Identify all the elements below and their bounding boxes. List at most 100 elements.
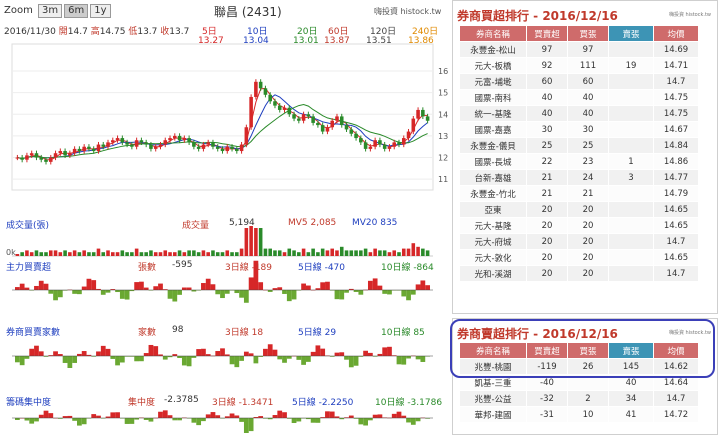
- candle-body: [68, 153, 72, 156]
- broker-cell[interactable]: 元富-埔墘: [460, 74, 526, 89]
- table-row: 元大-敦化 20 20 14.65: [460, 250, 698, 265]
- candle-body: [149, 144, 153, 149]
- volume-bar: [53, 250, 58, 256]
- candle-body: [368, 146, 373, 149]
- main-force-bar: [100, 290, 106, 295]
- buy-cell: 23: [568, 154, 608, 169]
- volume-bar: [58, 252, 63, 256]
- dealer-count-bar: [77, 353, 82, 356]
- main-force-bar: [410, 290, 416, 295]
- sell-cell: [609, 218, 653, 233]
- buy-ranking-panel: 券商買超排行 - 2016/12/16 嗨投資 histock.tw 券商名稱 …: [452, 0, 718, 314]
- volume-bar: [168, 252, 172, 256]
- avg-cell: 14.7: [654, 391, 698, 406]
- candle-body: [411, 118, 416, 132]
- dealer-count-bar: [143, 353, 149, 356]
- volume-bar: [254, 228, 258, 256]
- broker-cell[interactable]: 華邦-建國: [460, 407, 526, 422]
- broker-cell[interactable]: 永豐金-松山: [460, 42, 526, 57]
- candle-body: [177, 135, 182, 141]
- concentration-bar: [158, 411, 163, 418]
- volume-bar: [163, 250, 168, 256]
- broker-cell[interactable]: 元大-敦化: [460, 250, 526, 265]
- dealer-count-3d: 3日線 18: [225, 328, 264, 338]
- dealer-count-bar: [148, 344, 154, 356]
- volume-value: 5,194: [229, 218, 255, 228]
- candle-body: [244, 127, 249, 145]
- concentration-bar: [96, 415, 101, 418]
- broker-cell[interactable]: 元大-基隆: [460, 218, 526, 233]
- sell-cell: [609, 186, 653, 201]
- main-force-bar: [134, 282, 140, 290]
- main-force-bar: [48, 290, 54, 294]
- col-net: 買賣超: [527, 26, 567, 41]
- main-force-bar: [291, 290, 297, 300]
- broker-cell[interactable]: 元大-板橋: [460, 58, 526, 73]
- main-force-bar: [220, 290, 225, 299]
- broker-cell[interactable]: 國票-長城: [460, 154, 526, 169]
- volume-bar: [368, 252, 373, 256]
- main-force-bar: [243, 290, 249, 303]
- dealer-count-bar: [420, 356, 426, 362]
- candle-body: [48, 157, 53, 162]
- volume-bar: [378, 250, 382, 256]
- dealer-count-bar: [363, 350, 368, 356]
- broker-cell[interactable]: 台新-嘉雄: [460, 170, 526, 185]
- dealer-count-bar: [396, 356, 402, 365]
- candle-body: [25, 155, 29, 160]
- volume-bar: [411, 243, 416, 256]
- candle-body: [316, 122, 320, 126]
- broker-cell[interactable]: 永豐金-儀貝: [460, 138, 526, 153]
- volume-bar: [192, 250, 196, 256]
- y-tick-label: 15: [438, 89, 448, 98]
- avg-cell: 14.75: [654, 106, 698, 121]
- volume-ma20: MV20 835: [352, 218, 398, 228]
- dealer-count-bar: [115, 356, 120, 366]
- main-force-bar: [377, 285, 383, 290]
- broker-cell[interactable]: 元大-府城: [460, 234, 526, 249]
- volume-axis-label: 0k: [6, 248, 16, 257]
- volume-bar: [235, 252, 239, 256]
- dealer-count-bar: [301, 356, 306, 365]
- broker-cell[interactable]: 亞東: [460, 202, 526, 217]
- broker-cell[interactable]: 光和-溪湖: [460, 266, 526, 281]
- dealer-count-bar: [367, 352, 373, 356]
- candle-body: [134, 140, 139, 147]
- dealer-count-bar: [72, 356, 78, 363]
- broker-cell[interactable]: 永豐金-竹北: [460, 186, 526, 201]
- dealer-count-label: 券商買賣家數: [6, 328, 61, 338]
- broker-cell[interactable]: 統一-基隆: [460, 106, 526, 121]
- candle-body: [354, 133, 358, 139]
- candle-body: [277, 105, 282, 110]
- concentration-bar: [310, 418, 316, 423]
- candle-body: [153, 146, 158, 149]
- concentration-bar: [196, 418, 202, 426]
- col-buy: 買張: [568, 26, 608, 41]
- concentration-bar: [115, 412, 120, 418]
- main-force-bar: [181, 287, 187, 290]
- volume-bar: [225, 250, 230, 256]
- concentration-bar: [348, 415, 354, 418]
- broker-cell[interactable]: 國票-南科: [460, 90, 526, 105]
- main-force-bar: [272, 288, 278, 290]
- concentration-label: 籌碼集中度: [6, 398, 52, 408]
- main-force-bar: [153, 286, 159, 290]
- broker-cell[interactable]: 兆豐-公益: [460, 391, 526, 406]
- main-force-bar: [72, 290, 78, 294]
- dealer-count-bar: [172, 354, 178, 356]
- net-cell: 20: [527, 250, 567, 265]
- candle-body: [306, 114, 311, 117]
- buy-cell: 20: [568, 266, 608, 281]
- candle-body: [139, 140, 144, 143]
- broker-cell[interactable]: 國票-嘉嘉: [460, 122, 526, 137]
- volume-bar: [34, 250, 39, 256]
- net-cell: 30: [527, 122, 567, 137]
- main-force-bar: [224, 290, 230, 294]
- avg-cell: 14.7: [654, 266, 698, 281]
- volume-bar: [63, 250, 67, 256]
- col-avg: 均價: [654, 26, 698, 41]
- dealer-count-bar: [382, 347, 388, 356]
- candle-body: [421, 109, 425, 117]
- candle-body: [192, 142, 196, 147]
- buy-cell: 2: [568, 391, 608, 406]
